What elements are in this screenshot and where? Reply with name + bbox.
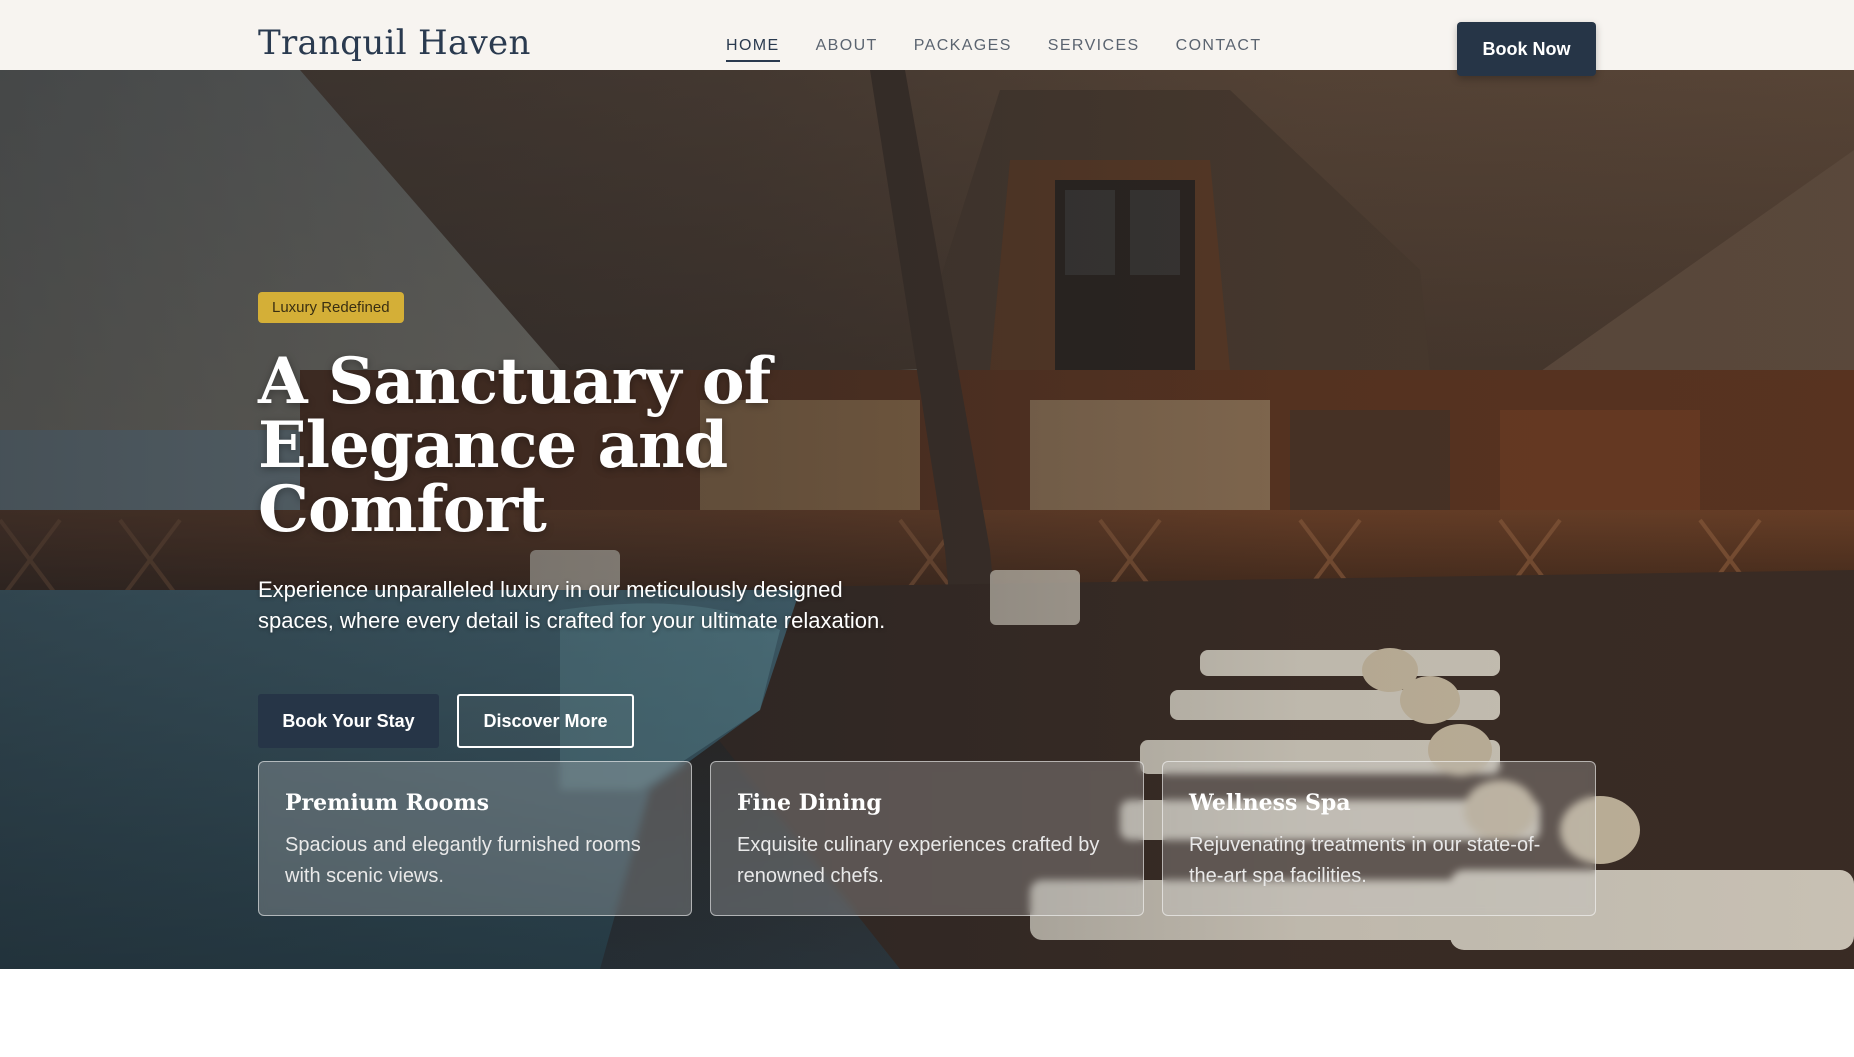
nav-services[interactable]: SERVICES [1048, 38, 1140, 62]
feature-card-text: Exquisite culinary experiences crafted b… [737, 834, 1100, 887]
nav-contact[interactable]: CONTACT [1176, 38, 1262, 62]
discover-more-button[interactable]: Discover More [457, 694, 634, 748]
nav-home[interactable]: HOME [726, 38, 780, 62]
feature-card-premium-rooms[interactable]: Premium Rooms Spacious and elegantly fur… [258, 761, 692, 916]
feature-card-text: Rejuvenating treatments in our state-of-… [1189, 834, 1541, 887]
main-nav: HOME ABOUT PACKAGES SERVICES CONTACT [726, 38, 1298, 62]
feature-card-text: Spacious and elegantly furnished rooms w… [285, 834, 641, 887]
feature-card-title: Wellness Spa [1189, 790, 1351, 816]
feature-card-title: Premium Rooms [285, 790, 489, 816]
hero-section: Luxury Redefined A Sanctuary of Elegance… [0, 70, 1854, 969]
site-header: Tranquil Haven HOME ABOUT PACKAGES SERVI… [0, 0, 1854, 76]
feature-card-title: Fine Dining [737, 790, 882, 816]
nav-about[interactable]: ABOUT [816, 38, 878, 62]
hero-badge: Luxury Redefined [258, 292, 404, 323]
hero-subtitle: Experience unparalleled luxury in our me… [258, 577, 886, 633]
site-logo[interactable]: Tranquil Haven [258, 26, 531, 60]
book-your-stay-button[interactable]: Book Your Stay [258, 694, 439, 748]
feature-card-fine-dining[interactable]: Fine Dining Exquisite culinary experienc… [710, 761, 1144, 916]
nav-packages[interactable]: PACKAGES [914, 38, 1012, 62]
feature-card-wellness-spa[interactable]: Wellness Spa Rejuvenating treatments in … [1162, 761, 1596, 916]
hero-title: A Sanctuary of Elegance and Comfort [258, 344, 771, 547]
book-now-button[interactable]: Book Now [1457, 22, 1596, 76]
